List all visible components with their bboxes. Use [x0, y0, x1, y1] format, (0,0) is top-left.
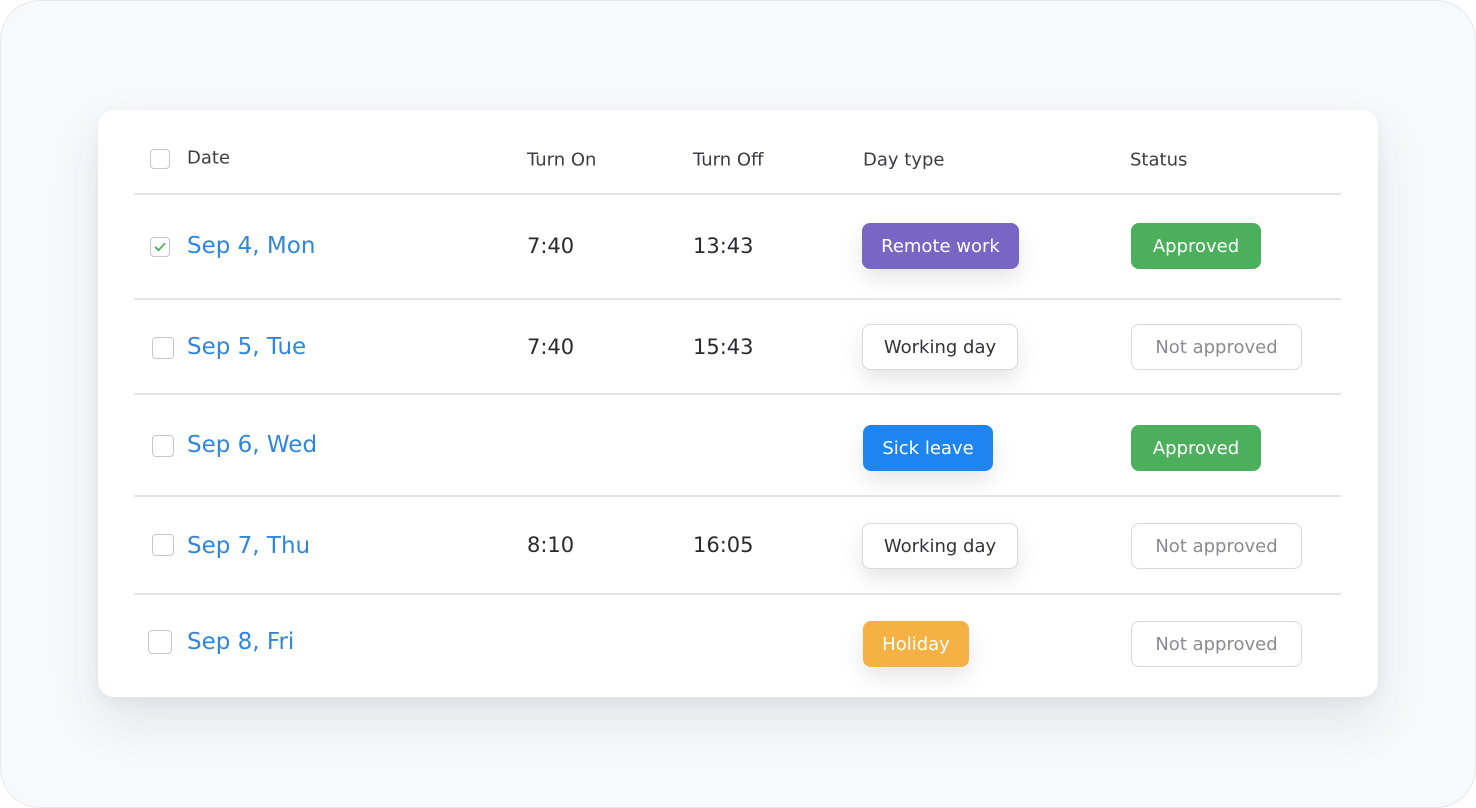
header-day-type[interactable]: Day type	[863, 150, 944, 171]
day-type-badge-working-day[interactable]: Working day	[862, 523, 1018, 569]
row-turn-off: 16:05	[693, 533, 754, 557]
row-date-link[interactable]: Sep 7, Thu	[187, 533, 310, 559]
row-checkbox[interactable]	[152, 435, 174, 457]
row-turn-on: 7:40	[527, 335, 575, 359]
day-type-badge-remote-work[interactable]: Remote work	[862, 223, 1019, 269]
row-date-link[interactable]: Sep 5, Tue	[187, 334, 306, 360]
divider	[134, 393, 1341, 395]
row-checkbox[interactable]	[148, 630, 172, 654]
divider	[134, 495, 1341, 497]
day-type-badge-sick-leave[interactable]: Sick leave	[863, 425, 993, 471]
divider	[134, 193, 1341, 195]
header-status[interactable]: Status	[1130, 150, 1187, 171]
row-turn-off: 13:43	[693, 234, 754, 258]
row-checkbox[interactable]	[152, 337, 174, 359]
divider	[134, 593, 1341, 595]
check-icon	[154, 242, 166, 252]
row-checkbox[interactable]	[150, 237, 170, 257]
day-type-badge-holiday[interactable]: Holiday	[863, 621, 969, 667]
status-badge-approved[interactable]: Approved	[1131, 223, 1261, 269]
select-all-checkbox[interactable]	[150, 149, 170, 169]
status-badge-approved[interactable]: Approved	[1131, 425, 1261, 471]
header-turn-on[interactable]: Turn On	[527, 150, 596, 171]
day-type-badge-working-day[interactable]: Working day	[862, 324, 1018, 370]
row-date-link[interactable]: Sep 4, Mon	[187, 233, 315, 259]
row-turn-on: 8:10	[527, 533, 575, 557]
header-date[interactable]: Date	[187, 148, 230, 169]
status-badge-not-approved[interactable]: Not approved	[1131, 523, 1302, 569]
row-turn-on: 7:40	[527, 234, 575, 258]
table-card	[98, 110, 1378, 697]
status-badge-not-approved[interactable]: Not approved	[1131, 621, 1302, 667]
divider	[134, 298, 1341, 300]
row-date-link[interactable]: Sep 6, Wed	[187, 432, 317, 458]
header-turn-off[interactable]: Turn Off	[693, 150, 763, 171]
status-badge-not-approved[interactable]: Not approved	[1131, 324, 1302, 370]
row-turn-off: 15:43	[693, 335, 754, 359]
row-date-link[interactable]: Sep 8, Fri	[187, 629, 294, 655]
row-checkbox[interactable]	[152, 534, 174, 556]
